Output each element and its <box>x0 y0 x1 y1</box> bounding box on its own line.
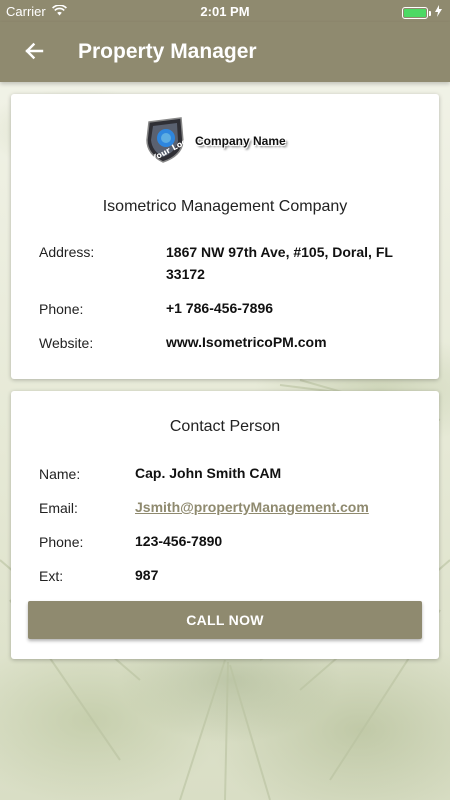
app-bar: Property Manager <box>0 22 450 82</box>
website-value[interactable]: www.IsometricoPM.com <box>166 331 327 353</box>
charging-bolt-icon <box>435 5 442 20</box>
status-time: 2:01 PM <box>200 4 250 19</box>
contact-name-value: Cap. John Smith CAM <box>135 465 282 481</box>
battery-indicator <box>402 5 442 20</box>
ext-value: 987 <box>135 567 159 583</box>
contact-phone-label: Phone: <box>39 534 84 550</box>
phone-label: Phone: <box>39 301 84 317</box>
company-name: Isometrico Management Company <box>102 198 348 215</box>
call-now-button[interactable]: CALL NOW <box>28 601 422 639</box>
arrow-left-icon <box>24 41 44 66</box>
website-label: Website: <box>39 335 94 351</box>
page-title: Property Manager <box>78 40 257 63</box>
logo-badge-icon: Your Logo <box>141 116 194 166</box>
address-label: Address: <box>39 244 95 260</box>
logo-company-text: Company Name <box>195 134 286 148</box>
email-label: Email: <box>39 500 78 516</box>
email-link[interactable]: Jsmith@propertyManagement.com <box>135 499 369 515</box>
battery-icon <box>402 6 431 19</box>
ext-label: Ext: <box>39 568 64 584</box>
address-value: 1867 NW 97th Ave, #105, Doral, FL 33172 <box>166 244 393 282</box>
status-bar: Carrier 2:01 PM <box>0 0 450 22</box>
name-label: Name: <box>39 466 81 482</box>
contact-title: Contact Person <box>169 418 281 435</box>
back-button[interactable] <box>20 39 48 67</box>
company-phone-value[interactable]: +1 786-456-7896 <box>166 297 273 319</box>
contact-phone-value: 123-456-7890 <box>135 533 223 549</box>
company-card: Your Logo Company Name Isometrico Manage… <box>11 94 439 379</box>
company-logo: Your Logo Company Name <box>141 116 301 166</box>
contact-card: Contact Person Name: Cap. John Smith CAM… <box>11 391 439 659</box>
